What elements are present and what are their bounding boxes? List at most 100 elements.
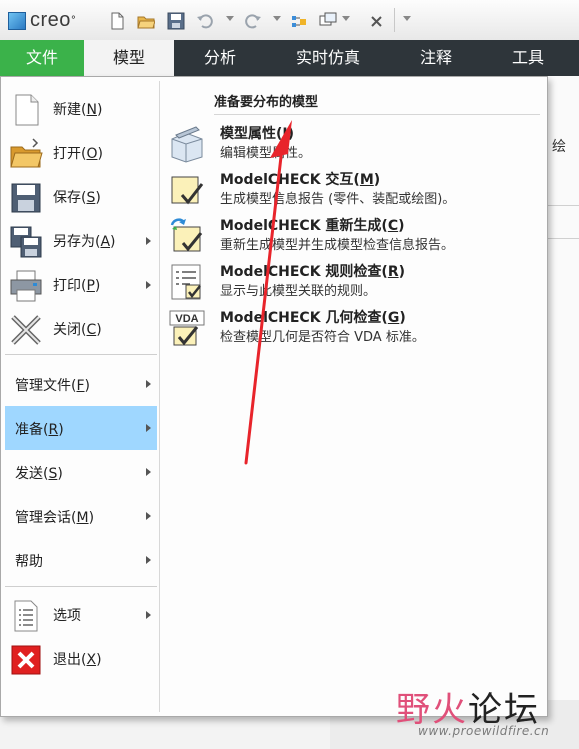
menu-item-key: A xyxy=(100,234,111,250)
prepare-item-key: R xyxy=(387,264,399,280)
menu-item-prepare[interactable]: 准备(R) xyxy=(5,406,157,450)
regenerate-icon[interactable] xyxy=(290,12,308,30)
tab-tools[interactable]: 工具 xyxy=(490,40,566,76)
menu-item-label: 发送 xyxy=(15,466,43,482)
watermark-url: www.proewildfire.cn xyxy=(418,724,550,738)
file-menu: 新建(N) 打开(O) 保存(S) 另存为(A) 打印(P) 关闭(C) 管理文… xyxy=(0,76,548,717)
submenu-arrow-icon xyxy=(146,237,151,245)
menu-item-save[interactable]: 保存(S) xyxy=(5,175,157,219)
options-list-icon xyxy=(14,600,38,632)
creo-logo: creo ° xyxy=(8,9,76,32)
modelcheck-geometry-check-item[interactable]: VDA ModelCHECK 几何检查(G) 检查模型几何是否符合 VDA 标准… xyxy=(166,305,536,351)
prepare-item-description: 检查模型几何是否符合 VDA 标准。 xyxy=(220,330,425,345)
prepare-item-description: 显示与此模型关联的规则。 xyxy=(220,284,377,299)
redo-icon[interactable] xyxy=(244,12,262,30)
menu-item-key: R xyxy=(48,422,59,438)
menu-item-manage-session[interactable]: 管理会话(M) xyxy=(5,494,157,538)
menu-item-key: M xyxy=(76,510,89,526)
menu-item-label: 新建 xyxy=(53,102,81,118)
menu-item-new[interactable]: 新建(N) xyxy=(5,87,157,131)
ribbon-tab-bar: 文件 模型 分析 实时仿真 注释 工具 xyxy=(0,40,579,76)
menu-item-options[interactable]: 选项 xyxy=(5,593,157,637)
submenu-arrow-icon xyxy=(146,611,151,619)
submenu-arrow-icon xyxy=(146,424,151,432)
logo-mark: ° xyxy=(70,15,76,26)
submenu-arrow-icon xyxy=(146,512,151,520)
prepare-item-key: M xyxy=(359,172,374,188)
undo-dropdown-icon[interactable] xyxy=(226,16,234,21)
menu-item-key: F xyxy=(76,378,85,394)
prepare-item-title: 模型属性 xyxy=(220,126,276,142)
submenu-arrow-icon xyxy=(146,556,151,564)
menu-item-key: X xyxy=(86,652,97,668)
prepare-item-description: 生成模型信息报告 (零件、装配或绘图)。 xyxy=(220,192,456,207)
menu-item-print[interactable]: 打印(P) xyxy=(5,263,157,307)
model-properties-item[interactable]: 模型属性(I) 编辑模型属性。 xyxy=(166,121,536,167)
modelcheck-regenerate-icon xyxy=(170,218,203,252)
menu-item-save-as[interactable]: 另存为(A) xyxy=(5,219,157,263)
creo-logo-icon xyxy=(8,11,26,30)
submenu-arrow-icon xyxy=(146,380,151,388)
menu-item-key: S xyxy=(86,190,96,206)
ribbon-background xyxy=(544,76,579,749)
printer-icon xyxy=(10,270,42,302)
prepare-item-title: ModelCHECK 交互 xyxy=(220,172,354,188)
menu-item-label: 管理文件 xyxy=(15,378,71,394)
save-icon xyxy=(11,183,41,213)
prepare-item-description: 重新生成模型并生成模型检查信息报告。 xyxy=(220,238,455,253)
menu-item-label: 帮助 xyxy=(15,554,43,570)
logo-text: creo xyxy=(30,9,71,31)
menu-item-label: 打开 xyxy=(53,146,81,162)
modelcheck-rule-check-icon xyxy=(171,264,201,300)
new-file-icon xyxy=(15,94,39,126)
tab-model[interactable]: 模型 xyxy=(84,40,174,76)
modelcheck-geometry-check-icon: VDA xyxy=(169,310,205,346)
menu-item-label: 打印 xyxy=(53,278,81,294)
redo-dropdown-icon[interactable] xyxy=(273,16,281,21)
modelcheck-rule-check-item[interactable]: ModelCHECK 规则检查(R) 显示与此模型关联的规则。 xyxy=(166,259,536,305)
menu-item-label: 关闭 xyxy=(53,322,81,338)
modelcheck-interactive-icon xyxy=(171,176,204,205)
open-folder-icon xyxy=(10,138,43,168)
save-as-icon xyxy=(10,226,42,258)
file-menu-commands: 新建(N) 打开(O) 保存(S) 另存为(A) 打印(P) 关闭(C) 管理文… xyxy=(5,81,157,712)
prepare-item-key: I xyxy=(282,126,288,142)
new-file-icon[interactable] xyxy=(108,12,126,30)
menu-item-send[interactable]: 发送(S) xyxy=(5,450,157,494)
window-dropdown-icon[interactable] xyxy=(342,16,350,21)
undo-icon[interactable] xyxy=(196,12,214,30)
tab-live-simulation[interactable]: 实时仿真 xyxy=(280,40,376,76)
divider xyxy=(544,205,579,206)
save-icon[interactable] xyxy=(167,12,185,30)
window-icon[interactable] xyxy=(319,12,337,30)
menu-item-label: 另存为 xyxy=(53,234,95,250)
modelcheck-interactive-item[interactable]: ModelCHECK 交互(M) 生成模型信息报告 (零件、装配或绘图)。 xyxy=(166,167,536,213)
tab-annotate[interactable]: 注释 xyxy=(398,40,474,76)
modelcheck-regenerate-item[interactable]: ModelCHECK 重新生成(C) 重新生成模型并生成模型检查信息报告。 xyxy=(166,213,536,259)
prepare-panel: 准备要分布的模型 模型属性(I) 编辑模型属性。 ModelCHECK 交互(M… xyxy=(159,81,544,712)
menu-item-key: N xyxy=(86,102,97,118)
menu-item-open[interactable]: 打开(O) xyxy=(5,131,157,175)
prepare-item-title: ModelCHECK 重新生成 xyxy=(220,218,382,234)
customize-dropdown-icon[interactable] xyxy=(403,16,411,21)
close-window-icon[interactable] xyxy=(368,12,386,30)
menu-item-help[interactable]: 帮助 xyxy=(5,538,157,582)
title-bar: creo ° xyxy=(0,0,579,41)
menu-item-key: P xyxy=(86,278,95,294)
menu-item-label: 退出 xyxy=(53,652,81,668)
menu-item-close[interactable]: 关闭(C) xyxy=(5,307,157,351)
tab-analysis[interactable]: 分析 xyxy=(182,40,258,76)
menu-item-manage-file[interactable]: 管理文件(F) xyxy=(5,362,157,406)
menu-item-label: 管理会话 xyxy=(15,510,71,526)
close-x-icon xyxy=(11,315,41,345)
menu-item-label: 选项 xyxy=(53,608,81,624)
menu-item-key: C xyxy=(86,322,97,338)
ribbon-partial-label: 绘 xyxy=(552,139,566,155)
menu-item-exit[interactable]: 退出(X) xyxy=(5,637,157,681)
menu-item-label: 准备 xyxy=(15,422,43,438)
tab-file[interactable]: 文件 xyxy=(0,40,84,76)
submenu-arrow-icon xyxy=(146,281,151,289)
open-folder-icon[interactable] xyxy=(137,12,155,30)
divider xyxy=(214,114,540,115)
menu-item-key: O xyxy=(86,146,98,162)
